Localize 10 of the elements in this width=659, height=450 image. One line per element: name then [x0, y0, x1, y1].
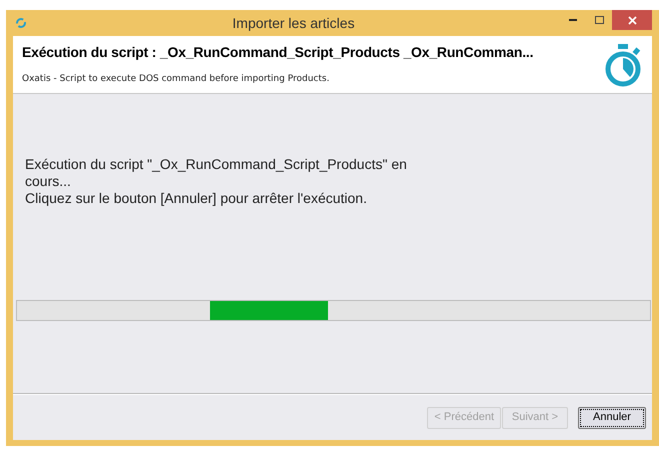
close-button[interactable]	[612, 10, 652, 30]
stopwatch-icon	[603, 42, 643, 86]
cancel-hint: Cliquez sur le bouton [Annuler] pour arrêter l'exécution.	[25, 190, 368, 207]
header-subtitle: Oxatis - Script to execute DOS command before importing Products.	[22, 73, 330, 86]
header-title: Exécution du script : _Ox_RunCommand_Script_Products _Ox_RunComman...	[22, 43, 534, 62]
status-message: Exécution du script "_Ox_RunCommand_Script_Products" en cours...	[25, 156, 408, 190]
window-title: Importer les articles	[231, 14, 356, 33]
refresh-icon	[15, 17, 27, 29]
close-icon	[628, 16, 636, 24]
wizard-button[interactable]: Annuler	[578, 406, 646, 428]
